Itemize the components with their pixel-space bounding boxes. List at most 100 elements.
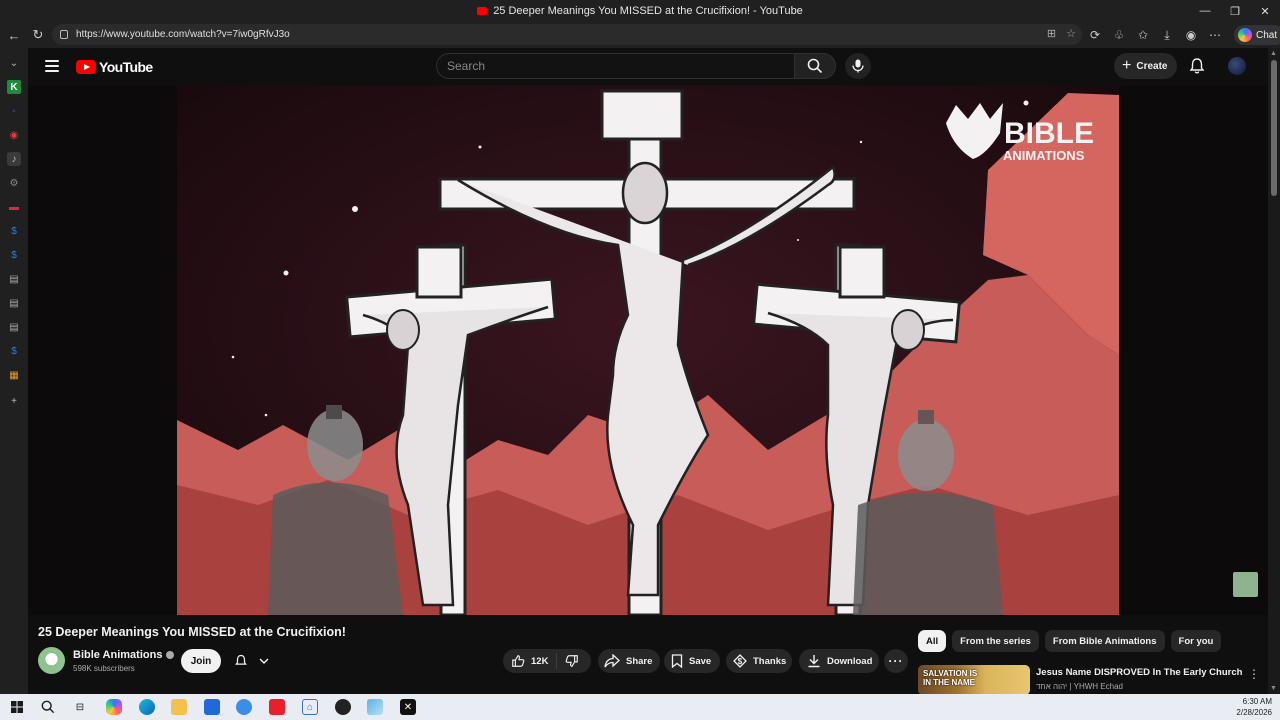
- file-explorer-icon[interactable]: [171, 699, 187, 715]
- browser-essentials-icon[interactable]: ♧: [1110, 26, 1128, 44]
- sidebar-app-icon[interactable]: $: [7, 248, 21, 262]
- app-icon[interactable]: ⌂: [302, 699, 318, 715]
- sidebar-app-icon[interactable]: ▤: [7, 296, 21, 310]
- like-button[interactable]: 12K: [503, 653, 558, 669]
- search-input[interactable]: Search: [436, 53, 794, 79]
- settings-menu-icon[interactable]: ⋯: [1206, 26, 1224, 44]
- video-frame: BIBLE ANIMATIONS: [28, 85, 1268, 615]
- search-taskbar-icon[interactable]: [40, 699, 56, 715]
- sidebar-add-icon[interactable]: +: [7, 394, 21, 408]
- account-avatar[interactable]: [1228, 57, 1246, 75]
- chip-all[interactable]: All: [918, 630, 947, 652]
- windows-taskbar: ⊟ ⌂ ✕ 6:30 AM 2/28/2026: [0, 694, 1280, 720]
- store-icon[interactable]: [204, 699, 220, 715]
- microphone-icon: [852, 59, 864, 73]
- channel-avatar[interactable]: [38, 647, 65, 674]
- pip-overlay-icon[interactable]: [1233, 572, 1258, 597]
- chip-from-the-series[interactable]: From the series: [952, 630, 1039, 652]
- youtube-logo[interactable]: YouTube: [76, 59, 153, 75]
- sidebar-app-icon[interactable]: ▬: [7, 200, 21, 214]
- guide-menu-icon[interactable]: [45, 60, 59, 72]
- video-player[interactable]: BIBLE ANIMATIONS: [28, 85, 1268, 615]
- clock-date: 2/28/2026: [1236, 708, 1272, 717]
- sidebar-app-icon[interactable]: ⚙: [7, 176, 21, 190]
- sidebar-app-icon[interactable]: ◦: [7, 104, 21, 118]
- create-button[interactable]: + Create: [1114, 53, 1178, 79]
- channel-name-link[interactable]: Bible Animations: [73, 649, 175, 661]
- scrollbar-thumb[interactable]: [1271, 60, 1277, 196]
- collapse-sidebar-icon[interactable]: ⌄: [7, 56, 21, 70]
- thanks-button[interactable]: $ Thanks: [726, 649, 792, 673]
- app-icon[interactable]: [335, 699, 351, 715]
- site-info-icon[interactable]: [60, 30, 68, 39]
- app-icon[interactable]: ✕: [400, 699, 416, 715]
- system-clock[interactable]: 6:30 AM 2/28/2026: [1236, 696, 1272, 718]
- recommended-channel[interactable]: יהוה אחד | YHWH Echad: [1036, 682, 1123, 691]
- minimize-icon[interactable]: —: [1190, 0, 1220, 22]
- recommended-thumbnail[interactable]: SALVATION IS IN THE NAME: [918, 665, 1030, 694]
- sidebar-app-icon[interactable]: ◉: [7, 128, 21, 142]
- notifications-bell-icon[interactable]: [1188, 57, 1206, 75]
- window-controls: — ❐ ✕: [1190, 0, 1280, 22]
- sidebar-app-icon[interactable]: ▦: [7, 368, 21, 382]
- super-thanks-icon: $: [733, 654, 747, 668]
- task-view-icon[interactable]: ⊟: [72, 699, 88, 715]
- thumbs-down-icon: [566, 655, 579, 667]
- sidebar-app-icon[interactable]: ▤: [7, 320, 21, 334]
- app-icon[interactable]: [236, 699, 252, 715]
- page-scrollbar[interactable]: ▲ ▼: [1268, 48, 1280, 694]
- scroll-down-icon[interactable]: ▼: [1270, 685, 1277, 692]
- chip-for-you[interactable]: For you: [1170, 630, 1222, 652]
- copilot-chat-button[interactable]: Chat: [1234, 25, 1280, 45]
- scroll-up-icon[interactable]: ▲: [1270, 50, 1277, 57]
- chip-from-channel[interactable]: From Bible Animations: [1044, 630, 1165, 652]
- refresh-icon[interactable]: ↻: [26, 23, 50, 47]
- like-count: 12K: [531, 655, 549, 667]
- sidebar-app-icon[interactable]: ▤: [7, 272, 21, 286]
- favorite-star-icon[interactable]: ☆: [1066, 27, 1076, 40]
- app-icon[interactable]: [367, 699, 383, 715]
- search-icon: [807, 58, 823, 74]
- restore-icon[interactable]: ❐: [1220, 0, 1250, 22]
- profile-icon[interactable]: ◉: [1182, 26, 1200, 44]
- like-dislike-group: 12K: [503, 649, 591, 673]
- youtube-header: YouTube Search + Create: [28, 48, 1268, 85]
- recommended-title[interactable]: Jesus Name DISPROVED In The Early Church: [1036, 667, 1242, 678]
- subscription-notifications-button[interactable]: [228, 649, 274, 673]
- edge-browser-icon[interactable]: [139, 699, 155, 715]
- more-actions-button[interactable]: ···: [884, 649, 908, 673]
- dislike-button[interactable]: [557, 654, 579, 668]
- extensions-icon[interactable]: ⟳: [1086, 26, 1104, 44]
- address-bar[interactable]: https://www.youtube.com/watch?v=7iw0gRfv…: [52, 24, 1082, 45]
- sidebar-app-icon[interactable]: $: [7, 224, 21, 238]
- subscriber-count: 598K subscribers: [73, 664, 135, 673]
- sidebar-audio-icon[interactable]: ♪: [7, 152, 21, 166]
- youtube-app-icon[interactable]: [269, 699, 285, 715]
- favorites-icon[interactable]: ✩: [1134, 26, 1152, 44]
- share-icon: [604, 654, 620, 668]
- copilot-icon: [1238, 28, 1252, 42]
- save-button[interactable]: Save: [664, 649, 720, 673]
- downloads-icon[interactable]: ⤓: [1158, 26, 1176, 44]
- download-button[interactable]: Download: [799, 649, 879, 673]
- app-available-icon[interactable]: ⊞: [1047, 27, 1056, 40]
- svg-text:$: $: [738, 657, 743, 666]
- voice-search-button[interactable]: [845, 53, 871, 79]
- youtube-play-icon: [76, 60, 96, 74]
- copilot-taskbar-icon[interactable]: [106, 699, 122, 715]
- sidebar-app-icon[interactable]: K: [7, 80, 21, 94]
- sidebar-app-icon[interactable]: $: [7, 344, 21, 358]
- join-button[interactable]: Join: [181, 649, 221, 673]
- recommended-menu-icon[interactable]: ⋮: [1248, 667, 1260, 681]
- chevron-down-icon: [258, 658, 269, 665]
- youtube-page: YouTube Search + Create BIBLE ANIMATIONS…: [28, 48, 1268, 694]
- back-icon[interactable]: ←: [2, 23, 26, 47]
- create-label: Create: [1136, 60, 1168, 72]
- search-button[interactable]: [794, 53, 836, 79]
- chat-label: Chat: [1256, 29, 1278, 41]
- close-icon[interactable]: ✕: [1250, 0, 1280, 22]
- recommended-video[interactable]: SALVATION IS IN THE NAME Jesus Name DISP…: [918, 665, 1260, 694]
- bookmark-icon: [671, 654, 683, 668]
- start-windows-icon[interactable]: [9, 699, 25, 715]
- share-button[interactable]: Share: [598, 649, 660, 673]
